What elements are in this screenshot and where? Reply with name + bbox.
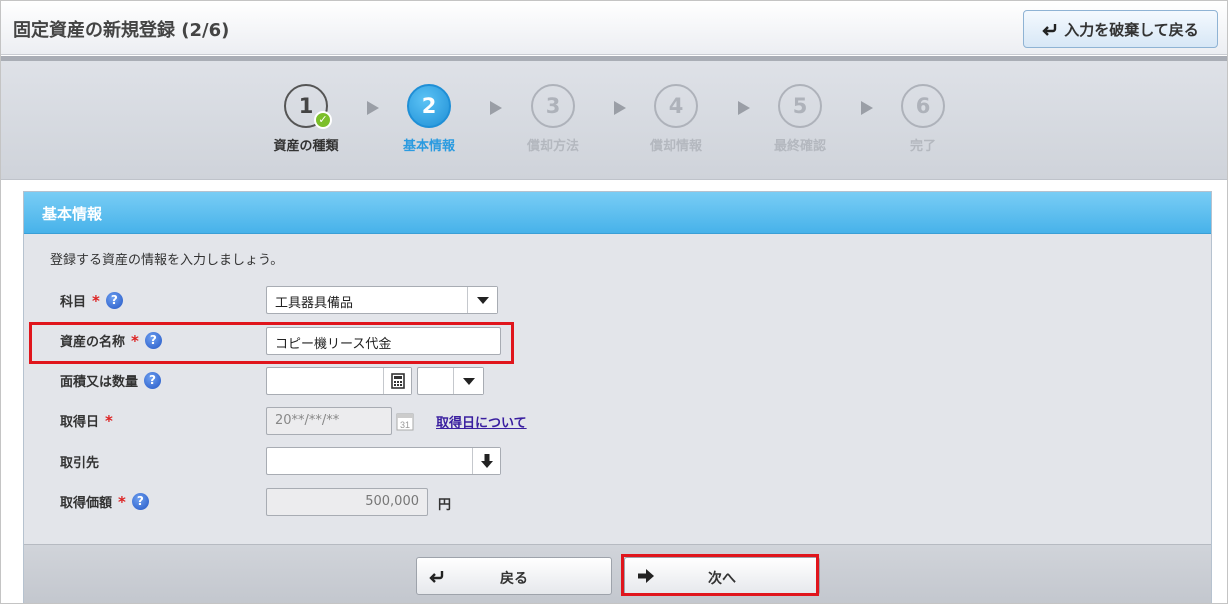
acq-date-input[interactable]: 20**/**/**: [266, 407, 392, 435]
account-label: 科目 * ?: [60, 291, 123, 310]
arrow-down-icon[interactable]: [472, 448, 500, 474]
highlight-box: [621, 554, 819, 596]
acq-price-input[interactable]: 500,000: [266, 488, 428, 516]
return-icon: [1042, 24, 1057, 36]
back-button[interactable]: 戻る: [416, 557, 612, 595]
step-6: 6 完了: [878, 84, 968, 154]
account-select[interactable]: 工具器具備品: [266, 286, 498, 314]
step-label: 基本情報: [402, 139, 455, 154]
currency-unit: 円: [438, 498, 452, 513]
acq-date-label: 取得日 *: [60, 411, 113, 431]
step-arrow-icon: [738, 101, 750, 115]
check-icon: ✓: [314, 111, 332, 129]
basic-info-panel: 基本情報 登録する資産の情報を入力しましょう。 科目 * ? 工具器具備品 資産…: [23, 191, 1212, 603]
discard-button-label: 入力を破棄して戻る: [1064, 20, 1199, 39]
calculator-icon[interactable]: [383, 368, 411, 394]
help-icon[interactable]: ?: [144, 332, 162, 349]
acq-date-help-link[interactable]: 取得日について: [436, 412, 527, 431]
required-mark: *: [105, 411, 113, 430]
help-icon[interactable]: ?: [105, 292, 123, 309]
required-mark: *: [118, 492, 126, 511]
required-mark: *: [92, 291, 100, 310]
step-arrow-icon: [614, 101, 626, 115]
panel-footer: 戻る 次へ: [24, 544, 1211, 603]
panel-title: 基本情報: [24, 192, 1211, 234]
page-header: 固定資産の新規登録 (2/6) 入力を破棄して戻る: [1, 1, 1227, 55]
app-frame: 固定資産の新規登録 (2/6) 入力を破棄して戻る 1 ✓ 資産の種類 2 基本情…: [0, 0, 1228, 604]
step-4: 4 償却情報: [631, 84, 721, 154]
chevron-down-icon[interactable]: [467, 287, 497, 313]
chevron-down-icon[interactable]: [453, 368, 483, 394]
step-2: 2 基本情報: [384, 84, 474, 154]
asset-name-input[interactable]: コピー機リース代金: [266, 327, 501, 355]
step-3: 3 償却方法: [508, 84, 598, 154]
discard-and-return-button[interactable]: 入力を破棄して戻る: [1023, 10, 1218, 48]
step-5: 5 最終確認: [755, 84, 845, 154]
step-label: 償却方法: [526, 139, 579, 154]
help-icon[interactable]: ?: [131, 493, 149, 510]
asset-name-label: 資産の名称 * ?: [60, 331, 162, 350]
step-label: 最終確認: [773, 139, 826, 154]
step-label: 完了: [909, 139, 936, 154]
quantity-label: 面積又は数量 ?: [60, 371, 162, 390]
step-arrow-icon: [861, 101, 873, 115]
step-label: 資産の種類: [273, 139, 339, 154]
quantity-input[interactable]: [266, 367, 412, 395]
step-progress: 1 ✓ 資産の種類 2 基本情報 3 償却方法 4 償却情報 5 最終確認 6 完…: [1, 56, 1227, 180]
required-mark: *: [131, 331, 139, 350]
step-arrow-icon: [367, 101, 379, 115]
step-label: 償却情報: [649, 139, 702, 154]
back-button-label: 戻る: [500, 571, 528, 587]
acq-price-label: 取得価額 * ?: [60, 492, 149, 511]
partner-input[interactable]: [266, 447, 501, 475]
help-icon[interactable]: ?: [144, 372, 162, 389]
partner-label: 取引先: [60, 456, 100, 471]
unit-select[interactable]: [417, 367, 484, 395]
calendar-icon[interactable]: 31: [396, 411, 414, 435]
panel-intro: 登録する資産の情報を入力しましょう。: [50, 253, 284, 268]
step-1: 1 ✓ 資産の種類: [261, 84, 351, 154]
svg-text:31: 31: [400, 420, 410, 430]
page-title: 固定資産の新規登録 (2/6): [13, 20, 230, 41]
step-arrow-icon: [490, 101, 502, 115]
